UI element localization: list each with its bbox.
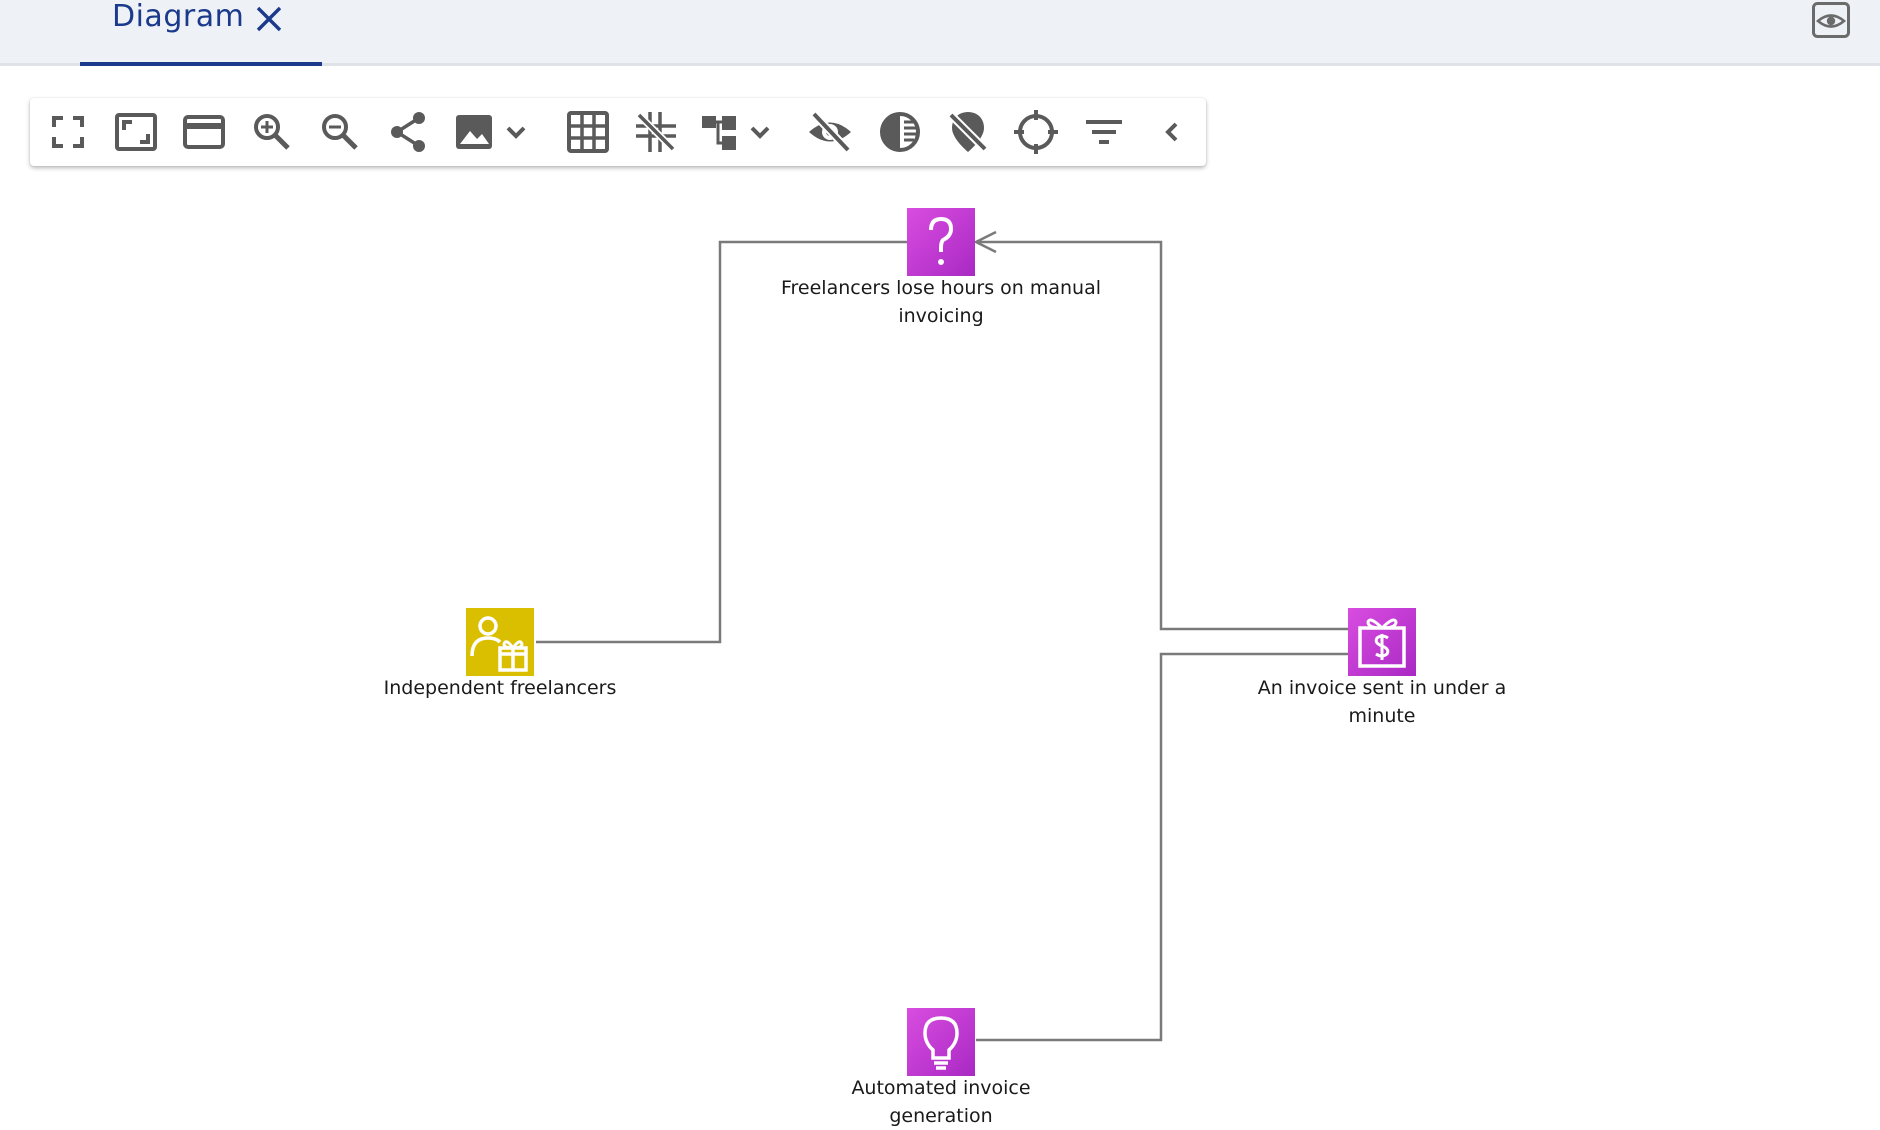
zoom-in-icon[interactable]: [248, 108, 296, 156]
customer-segment-label: Independent freelancers: [383, 677, 617, 699]
layout-icon[interactable]: [698, 108, 778, 156]
fullscreen-icon[interactable]: [44, 108, 92, 156]
lightbulb-icon: [907, 1008, 975, 1076]
gift-dollar-icon: [1348, 608, 1416, 676]
zoom-out-icon[interactable]: [316, 108, 364, 156]
share-icon[interactable]: [384, 108, 432, 156]
hide-location-icon[interactable]: [944, 108, 992, 156]
collapse-chevron-icon[interactable]: [1148, 108, 1196, 156]
center-icon[interactable]: [1012, 108, 1060, 156]
filter-icon[interactable]: [1080, 108, 1128, 156]
contrast-icon[interactable]: [876, 108, 924, 156]
value-proposition-node[interactable]: [1348, 608, 1416, 676]
problem-node[interactable]: [907, 208, 975, 276]
close-icon[interactable]: [254, 4, 284, 34]
tab-diagram[interactable]: Diagram: [80, 0, 322, 66]
tab-bar: Diagram: [0, 0, 1880, 66]
problem-label: Freelancers lose hours on manual invoici…: [780, 277, 1102, 327]
diagram-toolbar: [30, 98, 1206, 166]
question-icon: [907, 208, 975, 276]
person-gift-icon: [466, 608, 534, 676]
eye-icon[interactable]: [1812, 2, 1850, 38]
card-view-icon[interactable]: [180, 108, 228, 156]
tab-label: Diagram: [112, 0, 245, 34]
solution-label: Automated invoice generation: [851, 1077, 1031, 1127]
export-image-icon[interactable]: [452, 108, 532, 156]
value-proposition-label: An invoice sent in under a minute: [1257, 677, 1507, 727]
hide-icon[interactable]: [806, 108, 854, 156]
solution-node[interactable]: [907, 1008, 975, 1076]
fit-to-screen-icon[interactable]: [112, 108, 160, 156]
grid-icon[interactable]: [564, 108, 612, 156]
diagram-canvas[interactable]: Freelancers lose hours on manual invoici…: [0, 170, 1880, 1130]
snap-icon[interactable]: [632, 108, 680, 156]
customer-segment-node[interactable]: [466, 608, 534, 676]
